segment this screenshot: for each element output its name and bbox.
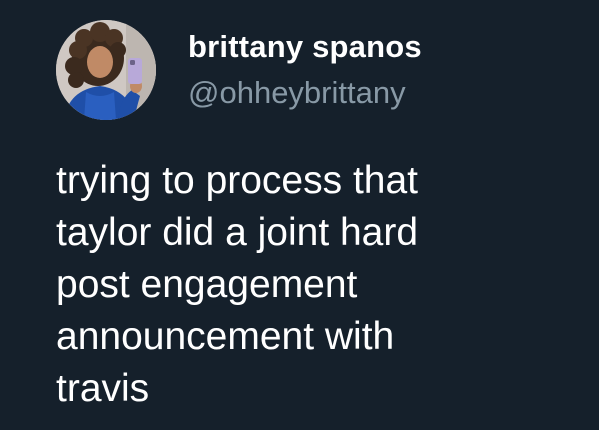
avatar[interactable] (56, 20, 156, 120)
tweet-card: brittany spanos @ohheybrittany trying to… (0, 0, 599, 430)
tweet-text: trying to process that taylor did a join… (56, 159, 419, 410)
user-handle[interactable]: @ohheybrittany (188, 76, 422, 110)
display-name[interactable]: brittany spanos (188, 30, 422, 64)
profile-photo-icon (56, 20, 156, 120)
author-info: brittany spanos @ohheybrittany (188, 30, 422, 110)
